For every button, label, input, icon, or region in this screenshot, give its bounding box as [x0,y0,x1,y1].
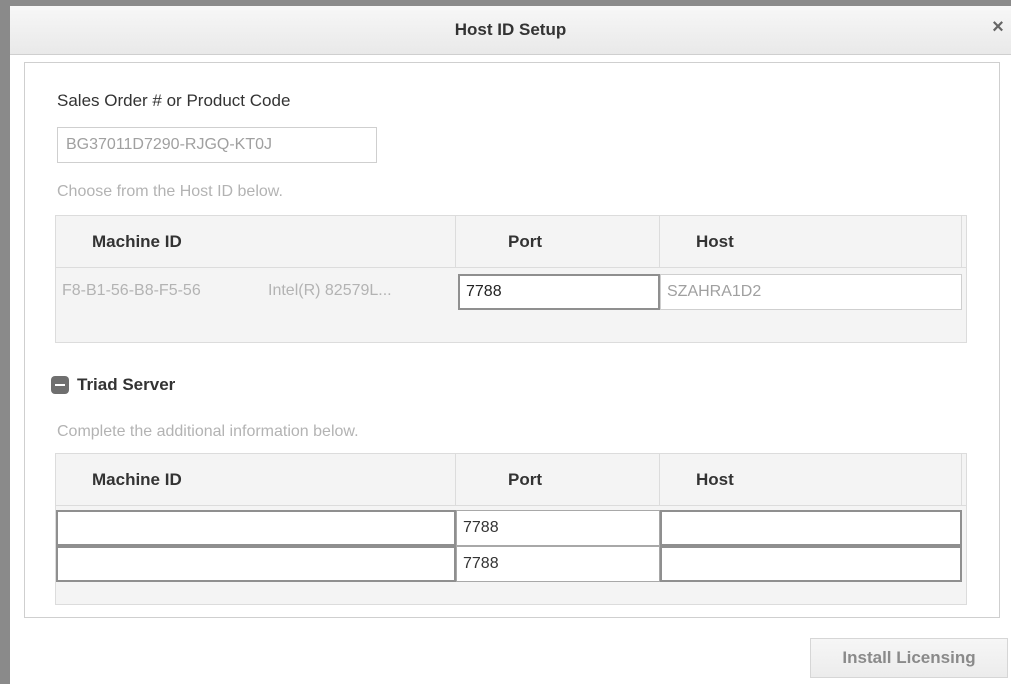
column-header-machine-id: Machine ID [56,454,456,506]
triad-machine-id-input[interactable] [56,546,456,582]
triad-host-input[interactable] [660,546,962,582]
triad-hint: Complete the additional information belo… [57,423,359,440]
triad-table-header: Machine ID Port Host [56,454,966,506]
triad-port-input[interactable]: 7788 [456,510,660,546]
triad-table: Machine ID Port Host 7788 7788 [55,453,967,605]
collapse-icon[interactable] [51,376,69,394]
triad-host-input[interactable] [660,510,962,546]
close-icon[interactable]: × [987,16,1009,38]
host-id-setup-dialog: Host ID Setup × Sales Order # or Product… [0,0,1011,684]
host-id-hint: Choose from the Host ID below. [57,183,283,200]
sales-order-input[interactable] [57,127,377,163]
triad-port-input[interactable]: 7788 [456,546,660,582]
triad-server-toggle[interactable]: Triad Server [51,375,175,395]
sales-order-label: Sales Order # or Product Code [57,91,291,110]
host-value: SZAHRA1D2 [660,274,962,310]
column-header-port: Port [456,454,660,506]
column-header-port: Port [456,216,660,268]
dialog-title: Host ID Setup [454,20,567,39]
adapter-name: Intel(R) 82579L... [268,282,392,299]
port-input[interactable]: 7788 [458,274,660,310]
title-bar: Host ID Setup × [10,6,1011,55]
host-id-table: Machine ID Port Host F8-B1-56-B8-F5-56 I… [55,215,967,343]
column-header-host: Host [660,454,962,506]
triad-server-label: Triad Server [77,375,176,394]
content-panel: Sales Order # or Product Code Choose fro… [24,62,1000,618]
triad-machine-id-input[interactable] [56,510,456,546]
column-header-host: Host [660,216,962,268]
machine-id-value: F8-B1-56-B8-F5-56 [62,282,201,299]
install-licensing-button[interactable]: Install Licensing [810,638,1008,678]
column-header-machine-id: Machine ID [56,216,456,268]
host-id-table-header: Machine ID Port Host [56,216,966,268]
